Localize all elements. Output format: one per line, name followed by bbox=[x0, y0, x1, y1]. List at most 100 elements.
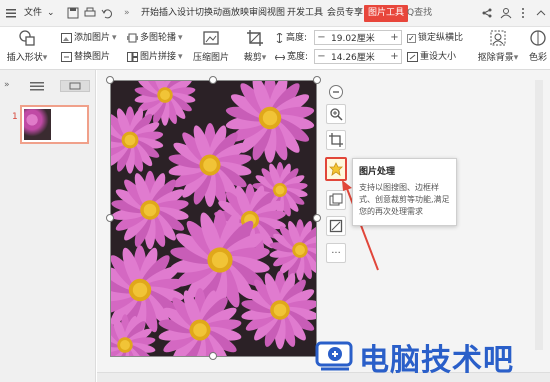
collab-icon[interactable] bbox=[500, 7, 512, 19]
resize-handle-bottom[interactable] bbox=[209, 352, 217, 360]
width-row: 宽度: bbox=[275, 50, 308, 64]
tab-start[interactable]: 开始 bbox=[141, 0, 159, 27]
watermark-text: 电脑技术吧 bbox=[359, 343, 514, 378]
menu-icon[interactable] bbox=[5, 7, 17, 19]
checkbox-icon[interactable] bbox=[407, 32, 416, 46]
replace-picture-label: 替换图片 bbox=[74, 52, 111, 62]
color-button[interactable]: 色彩 bbox=[526, 29, 550, 63]
crop-button[interactable]: 裁剪▾ bbox=[240, 29, 270, 63]
search-field[interactable]: Q查找 bbox=[407, 6, 467, 21]
resize-handle-top-left[interactable] bbox=[106, 76, 114, 84]
insert-shape-label: 插入形状 bbox=[6, 53, 43, 63]
tab-review[interactable]: 审阅 bbox=[249, 0, 267, 27]
crop-icon bbox=[329, 133, 343, 147]
crop-label: 裁剪 bbox=[243, 53, 262, 63]
add-picture-label: 添加图片 bbox=[74, 33, 111, 43]
chevron-down-icon: ▾ bbox=[42, 53, 48, 63]
vertical-scrollbar[interactable] bbox=[535, 80, 543, 350]
kebab-menu-icon[interactable] bbox=[517, 7, 529, 19]
slide-thumbnail-panel: » 1 bbox=[0, 70, 96, 382]
replace-picture-button[interactable]: 替换图片 bbox=[61, 50, 110, 64]
resize-handle-left[interactable] bbox=[106, 214, 114, 222]
height-label: 高度: bbox=[286, 33, 308, 43]
remove-background-button[interactable]: 抠除背景▾ bbox=[475, 29, 521, 63]
compress-picture-button[interactable]: 压缩图片 bbox=[190, 29, 232, 63]
slide-view-icon[interactable] bbox=[60, 80, 90, 92]
collage-icon bbox=[127, 52, 138, 62]
tab-member[interactable]: 会员专享 bbox=[327, 0, 363, 27]
add-picture-button[interactable]: 添加图片 ▾ bbox=[61, 31, 117, 45]
tooltip-title: 图片处理 bbox=[359, 167, 396, 177]
collapse-ribbon-icon[interactable] bbox=[535, 7, 547, 19]
expand-panel-icon[interactable]: » bbox=[4, 80, 10, 92]
tab-developer[interactable]: 开发工具 bbox=[287, 0, 323, 27]
reset-size-label: 重设大小 bbox=[420, 52, 457, 62]
resize-handle-top-right[interactable] bbox=[313, 76, 321, 84]
carousel-icon bbox=[127, 33, 138, 43]
share-icon[interactable] bbox=[481, 7, 493, 19]
crop-tool-button[interactable] bbox=[326, 130, 346, 150]
picture-process-tooltip: 图片处理 支持以图搜图、边框样式、创意裁剪等功能,满足您的再次处理需求 bbox=[352, 158, 457, 226]
tab-transition[interactable]: 切换 bbox=[195, 0, 213, 27]
lock-ratio-label: 锁定纵横比 bbox=[418, 33, 464, 43]
chevron-down-icon: ▾ bbox=[261, 53, 267, 63]
insert-shape-button[interactable]: 插入形状▾ bbox=[6, 29, 48, 63]
slide-number: 1 bbox=[12, 112, 18, 122]
picture-process-icon bbox=[329, 162, 343, 176]
height-value[interactable]: 19.02厘米 bbox=[328, 31, 388, 44]
width-value[interactable]: 14.26厘米 bbox=[328, 50, 388, 63]
tab-design[interactable]: 设计 bbox=[177, 0, 195, 27]
watermark-logo-icon bbox=[315, 341, 353, 371]
chevron-down-icon[interactable]: ⌄ bbox=[47, 0, 55, 27]
file-menu[interactable]: 文件 bbox=[24, 0, 42, 27]
tooltip-body: 支持以图搜图、边框样式、创意裁剪等功能,满足您的再次处理需求 bbox=[359, 183, 450, 216]
flower-picture[interactable] bbox=[110, 80, 317, 357]
menu-bar: 文件 ⌄ » 开始 插入 设计 切换 动画 放映 审阅 视图 开发工具 会员专享… bbox=[0, 0, 550, 27]
lock-ratio-checkbox[interactable]: 锁定纵横比 bbox=[407, 31, 464, 46]
height-stepper[interactable]: − 19.02厘米 + bbox=[314, 30, 402, 45]
picture-collage-button[interactable]: 图片拼接 ▾ bbox=[127, 50, 183, 64]
width-stepper[interactable]: − 14.26厘米 + bbox=[314, 49, 402, 64]
minus-icon bbox=[329, 85, 343, 99]
zoom-button[interactable] bbox=[326, 104, 346, 124]
more-quick-access[interactable]: » bbox=[124, 0, 130, 27]
remove-background-label: 抠除背景 bbox=[477, 53, 514, 63]
print-preview-icon[interactable] bbox=[84, 7, 96, 19]
tab-slideshow[interactable]: 放映 bbox=[231, 0, 249, 27]
undo-icon[interactable] bbox=[101, 7, 113, 19]
width-label: 宽度: bbox=[287, 52, 309, 62]
chevron-down-icon: ▾ bbox=[513, 53, 519, 63]
multi-carousel-button[interactable]: 多图轮播 ▾ bbox=[127, 31, 183, 45]
tab-picture-tools[interactable]: 图片工具 bbox=[364, 5, 409, 22]
resize-handle-top[interactable] bbox=[209, 76, 217, 84]
resize-handle-right[interactable] bbox=[313, 214, 321, 222]
minus-button[interactable] bbox=[326, 82, 346, 102]
width-icon bbox=[275, 54, 285, 60]
height-decrease-button[interactable]: − bbox=[315, 31, 328, 44]
add-picture-icon bbox=[61, 33, 72, 43]
width-increase-button[interactable]: + bbox=[388, 50, 401, 63]
flower-image bbox=[110, 80, 317, 357]
chevron-down-icon: ▾ bbox=[178, 33, 183, 43]
tab-insert[interactable]: 插入 bbox=[159, 0, 177, 27]
save-icon[interactable] bbox=[67, 7, 79, 19]
crop-icon bbox=[247, 30, 263, 46]
shape-icon bbox=[19, 30, 35, 46]
outline-view-icon[interactable] bbox=[26, 80, 48, 92]
picture-collage-label: 图片拼接 bbox=[140, 52, 177, 62]
reset-size-icon bbox=[407, 52, 418, 62]
watermark: 电脑技术吧 bbox=[313, 333, 550, 378]
width-decrease-button[interactable]: − bbox=[315, 50, 328, 63]
slide-thumbnail[interactable] bbox=[20, 105, 89, 144]
tab-animation[interactable]: 动画 bbox=[213, 0, 231, 27]
tab-view[interactable]: 视图 bbox=[267, 0, 285, 27]
ribbon: 插入形状▾ 添加图片 ▾ 替换图片 多图轮播 ▾ 图片拼接 ▾ 压缩图片 裁剪▾… bbox=[0, 27, 550, 70]
zoom-icon bbox=[330, 108, 343, 121]
reset-size-button[interactable]: 重设大小 bbox=[407, 50, 456, 64]
height-icon bbox=[276, 33, 283, 43]
height-increase-button[interactable]: + bbox=[388, 31, 401, 44]
chevron-down-icon: ▾ bbox=[112, 33, 117, 43]
compress-icon bbox=[203, 31, 219, 45]
panel-tabs: » bbox=[0, 80, 96, 94]
color-label: 色彩 bbox=[528, 53, 547, 63]
